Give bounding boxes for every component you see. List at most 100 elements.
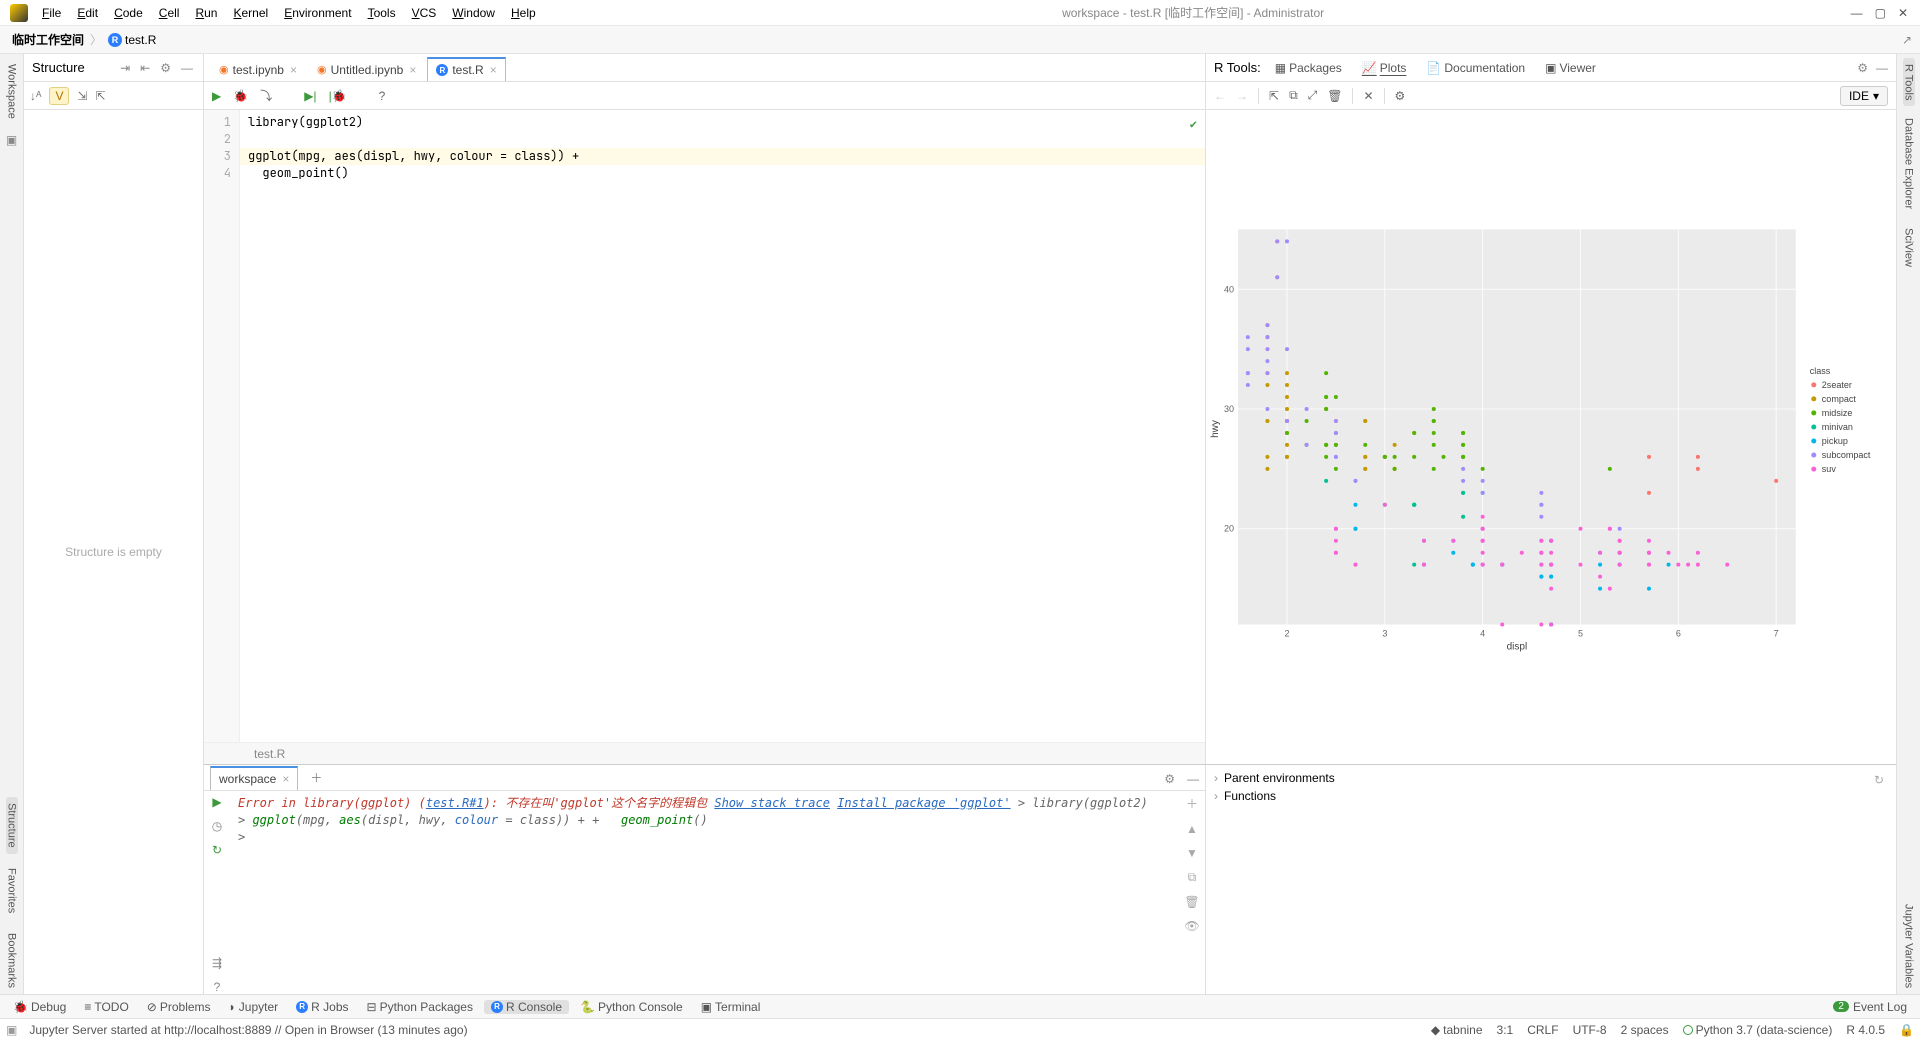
sidebar-tab-favorites[interactable]: Favorites xyxy=(6,862,18,919)
zoom-icon[interactable]: ⤢ xyxy=(1308,88,1318,103)
env-functions[interactable]: ›Functions xyxy=(1214,787,1870,805)
breadcrumb-file[interactable]: test.R xyxy=(125,33,156,47)
copy-icon[interactable]: ⧉ xyxy=(1188,870,1197,885)
menu-code[interactable]: Code xyxy=(106,6,151,20)
delete-icon[interactable]: 🗑 xyxy=(1184,895,1199,909)
show-stack-link[interactable]: Show stack trace xyxy=(714,796,830,810)
bottom-tab-rconsole[interactable]: RR Console xyxy=(484,1000,569,1014)
rtools-tab-plots[interactable]: 📈 Plots xyxy=(1356,61,1413,75)
maximize-icon[interactable]: ▢ xyxy=(1875,6,1886,20)
breadcrumb-root[interactable]: 临时工作空间 xyxy=(12,31,84,48)
editor-tab-Untitled-ipynb[interactable]: ◉Untitled.ipynb× xyxy=(308,57,425,81)
menu-environment[interactable]: Environment xyxy=(276,6,359,20)
collapse-selected-icon[interactable]: ⇤ xyxy=(138,61,152,75)
settings-icon[interactable]: ⚙ xyxy=(1395,89,1406,103)
expand-all-icon[interactable]: ⇲ xyxy=(77,89,87,103)
gear-icon[interactable]: ⚙ xyxy=(1857,61,1868,75)
debug-selection-icon[interactable]: |🐞 xyxy=(329,89,347,103)
cancel-icon[interactable]: ✕ xyxy=(1363,89,1373,103)
bottom-tab-pypkg[interactable]: ⊟ Python Packages xyxy=(360,1000,480,1014)
sidebar-tab-bookmarks[interactable]: Bookmarks xyxy=(6,927,18,994)
bottom-tab-jupyter[interactable]: ◗ Jupyter xyxy=(222,1000,286,1014)
menu-tools[interactable]: Tools xyxy=(360,6,404,20)
restart-icon[interactable]: ↻ xyxy=(212,843,222,857)
menu-run[interactable]: Run xyxy=(187,6,225,20)
bottom-tab-debug[interactable]: 🐞Debug xyxy=(6,1000,73,1014)
env-parent[interactable]: ›Parent environments xyxy=(1214,769,1870,787)
bottom-tab-rjobs[interactable]: RR Jobs xyxy=(289,1000,355,1014)
delete-icon[interactable]: 🗑 xyxy=(1327,89,1342,103)
menu-edit[interactable]: Edit xyxy=(69,6,106,20)
menu-window[interactable]: Window xyxy=(444,6,503,20)
softwrap-icon[interactable]: ⇶ xyxy=(212,956,222,970)
console-help-icon[interactable]: ? xyxy=(214,980,221,994)
sidebar-tab-structure[interactable]: Structure xyxy=(6,797,18,854)
rtools-tab-docs[interactable]: 📄 Documentation xyxy=(1420,61,1531,75)
menu-cell[interactable]: Cell xyxy=(151,6,188,20)
sidebar-tab-workspace[interactable]: Workspace xyxy=(6,58,18,125)
bottom-tab-pyconsole[interactable]: 🐍 Python Console xyxy=(573,1000,690,1014)
editor-tab-test-R[interactable]: Rtest.R× xyxy=(427,57,505,81)
close-tab-icon[interactable]: × xyxy=(490,63,497,77)
bottom-tab-eventlog[interactable]: 2Event Log xyxy=(1826,1000,1914,1014)
sort-alpha-icon[interactable]: ↓ᴬ xyxy=(30,89,41,103)
menu-file[interactable]: File xyxy=(34,6,69,20)
close-tab-icon[interactable]: × xyxy=(290,63,297,77)
collapse-all-icon[interactable]: ⇱ xyxy=(96,89,106,103)
close-tab-icon[interactable]: × xyxy=(409,63,416,77)
debug-icon[interactable]: 🐞 xyxy=(233,89,248,103)
down-icon[interactable]: ▼ xyxy=(1186,846,1198,860)
status-line-sep[interactable]: CRLF xyxy=(1527,1023,1558,1037)
lock-icon[interactable]: 🔒 xyxy=(1899,1023,1914,1037)
menu-vcs[interactable]: VCS xyxy=(404,6,445,20)
gear-icon[interactable]: ⚙ xyxy=(1158,772,1181,790)
status-indent[interactable]: 2 spaces xyxy=(1621,1023,1669,1037)
add-console-icon[interactable]: ＋ xyxy=(310,769,322,790)
menu-kernel[interactable]: Kernel xyxy=(225,6,276,20)
close-tab-icon[interactable]: × xyxy=(282,772,289,786)
hide-icon[interactable]: — xyxy=(1876,61,1888,75)
gear-icon[interactable]: ⚙ xyxy=(158,61,173,75)
run-icon[interactable]: ▶ xyxy=(212,795,221,809)
rtools-tab-viewer[interactable]: ▣ Viewer xyxy=(1539,61,1602,75)
run-selection-icon[interactable]: ▶| xyxy=(304,89,316,103)
error-link[interactable]: test.R#1 xyxy=(426,796,484,810)
sidebar-tab-jupvars[interactable]: Jupyter Variables xyxy=(1903,898,1915,994)
sidebar-tab-rtools[interactable]: R Tools xyxy=(1903,58,1915,106)
bottom-tab-todo[interactable]: ≡ TODO xyxy=(77,1000,135,1014)
menu-help[interactable]: Help xyxy=(503,6,544,20)
refresh-icon[interactable]: ↻ xyxy=(1874,773,1884,787)
status-encoding[interactable]: UTF-8 xyxy=(1573,1023,1607,1037)
status-python[interactable]: Python 3.7 (data-science) xyxy=(1683,1023,1833,1037)
close-icon[interactable]: ✕ xyxy=(1898,6,1908,20)
sidebar-tab-sciview[interactable]: SciView xyxy=(1903,222,1915,273)
hide-icon[interactable]: — xyxy=(179,61,195,75)
export-icon[interactable]: ⇱ xyxy=(1269,89,1279,103)
code-editor[interactable]: library(ggplot2) ggplot(mpg, aes(displ, … xyxy=(240,110,1205,742)
rtools-tab-packages[interactable]: ▦ Packages xyxy=(1269,61,1348,75)
ide-dropdown[interactable]: IDE▾ xyxy=(1840,86,1888,106)
bottom-tab-problems[interactable]: ⊘ Problems xyxy=(140,1000,218,1014)
plot-prev-icon[interactable]: ← xyxy=(1214,89,1226,103)
open-browser-icon[interactable]: ↗ xyxy=(1902,33,1912,47)
show-vars-button[interactable]: V xyxy=(49,87,69,105)
install-pkg-link[interactable]: Install package 'ggplot' xyxy=(837,796,1010,810)
pin-icon[interactable]: ▣ xyxy=(6,1023,17,1037)
console-tab-workspace[interactable]: workspace× xyxy=(210,766,298,790)
sidebar-tab-database[interactable]: Database Explorer xyxy=(1903,112,1915,215)
run-icon[interactable]: ▶ xyxy=(212,89,221,103)
plot-next-icon[interactable]: → xyxy=(1236,89,1248,103)
minimize-icon[interactable]: — xyxy=(1851,6,1863,20)
status-cursor-pos[interactable]: 3:1 xyxy=(1497,1023,1514,1037)
expand-selected-icon[interactable]: ⇥ xyxy=(118,61,132,75)
status-message[interactable]: Jupyter Server started at http://localho… xyxy=(29,1023,467,1037)
history-icon[interactable]: ◷ xyxy=(212,819,222,833)
preview-icon[interactable]: 👁 xyxy=(1184,919,1199,933)
copy-icon[interactable]: ⧉ xyxy=(1289,88,1298,103)
hide-icon[interactable]: — xyxy=(1181,772,1205,790)
add-icon[interactable]: ＋ xyxy=(1186,795,1198,812)
status-tabnine[interactable]: ◆ tabnine xyxy=(1431,1023,1483,1037)
help-icon[interactable]: ? xyxy=(379,89,386,103)
status-r[interactable]: R 4.0.5 xyxy=(1846,1023,1885,1037)
bottom-tab-terminal[interactable]: ▣ Terminal xyxy=(694,1000,768,1014)
